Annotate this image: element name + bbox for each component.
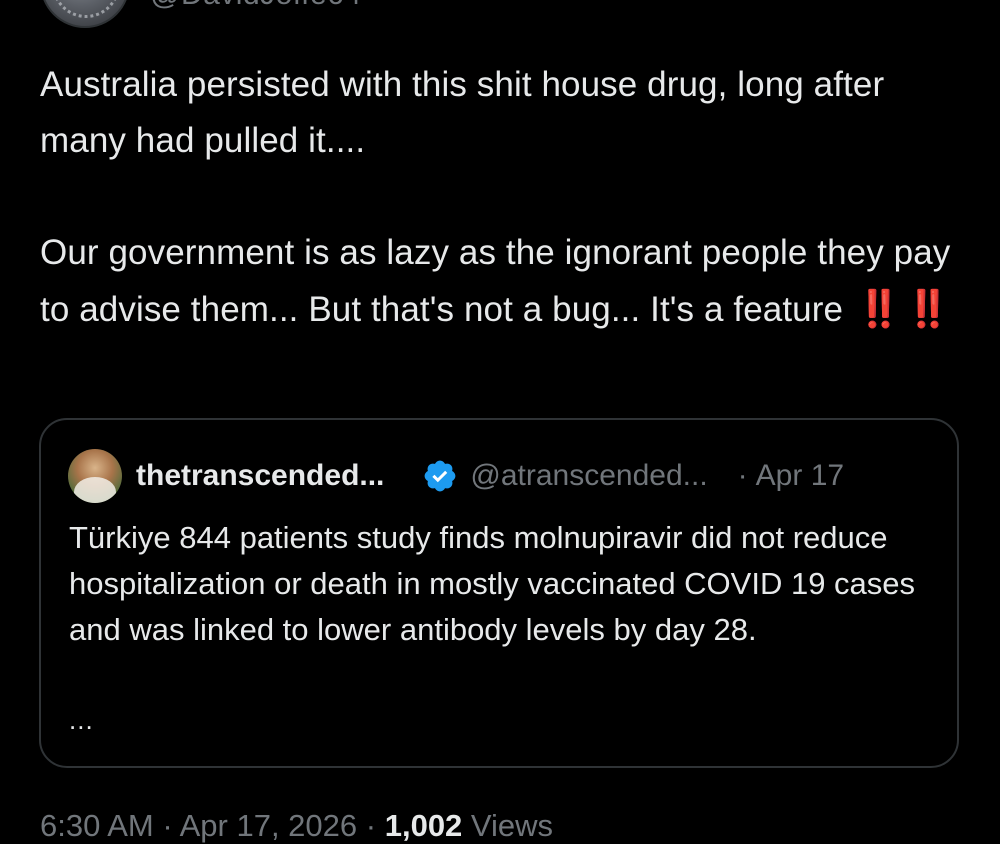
quoted-tweet-date[interactable]: Apr 17 — [756, 459, 844, 493]
quoted-tweet-text: Türkiye 844 patients study finds molnupi… — [69, 520, 916, 647]
views-label: Views — [470, 808, 554, 843]
meta-separator-2: · — [365, 808, 377, 843]
tweet-paragraph-1: Australia persisted with this shit house… — [40, 65, 885, 160]
tweet-metadata: 6:30 AM · Apr 17, 2026 · 1,002 Views — [40, 808, 553, 844]
author-handle[interactable]: @DavidJoffe64 — [150, 0, 362, 12]
tweet-body: Australia persisted with this shit house… — [40, 57, 960, 338]
tweet-time[interactable]: 6:30 AM — [40, 808, 154, 843]
quoted-tweet-more: ... — [69, 705, 94, 735]
tweet-paragraph-2-text: Our government is as lazy as the ignoran… — [40, 233, 951, 329]
quoted-author-avatar[interactable] — [68, 449, 122, 503]
quoted-tweet-card[interactable]: thetranscended... @atranscended... · Apr… — [39, 418, 959, 768]
tweet-date[interactable]: Apr 17, 2026 — [180, 808, 358, 843]
tweet-paragraph-2: Our government is as lazy as the ignoran… — [40, 225, 960, 338]
double-exclamation-emoji: ‼️ ‼️ — [856, 288, 951, 329]
quoted-author-name[interactable]: thetranscended... — [136, 459, 384, 493]
author-avatar-ring — [52, 0, 120, 18]
quoted-author-handle[interactable]: @atranscended... — [470, 459, 707, 493]
views-count: 1,002 — [384, 808, 463, 843]
verified-badge-icon — [425, 460, 456, 492]
meta-separator-1: · — [162, 808, 173, 843]
quoted-tweet-header: thetranscended... @atranscended... · Apr… — [68, 449, 844, 503]
author-avatar[interactable] — [40, 0, 130, 28]
header-separator: · — [737, 459, 748, 492]
